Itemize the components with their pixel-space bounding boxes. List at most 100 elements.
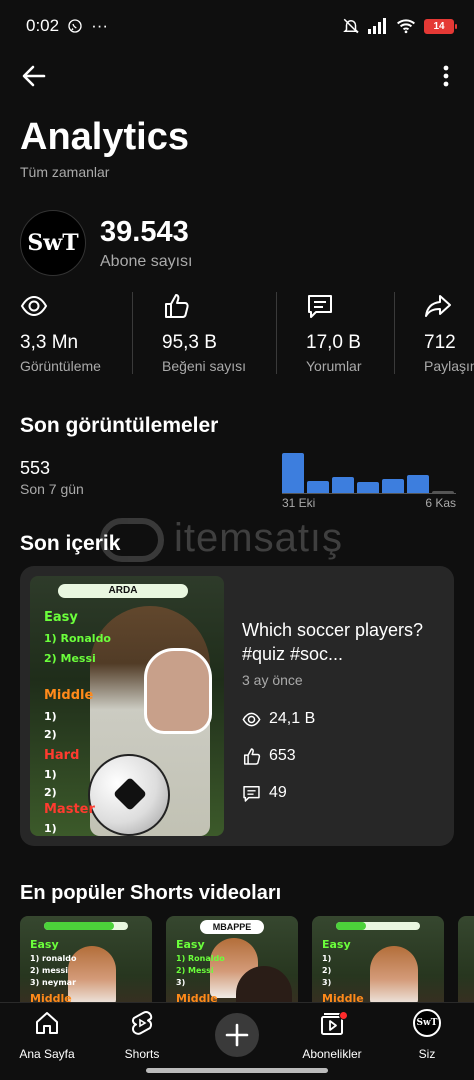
stats-row: 3,3 Mn Görüntüleme 95,3 B Beğeni sayısı … xyxy=(0,292,474,376)
mute-icon xyxy=(343,18,359,34)
short-line: 2) Messi xyxy=(176,966,214,975)
avatar-text: SwT xyxy=(416,1018,438,1028)
short-progress-bar xyxy=(44,922,128,930)
thumbnail-tag: ARDA xyxy=(58,584,188,598)
short-line: 3) neymar xyxy=(30,978,77,987)
short-thumbnail[interactable]: Easy 1) ronaldo 2) messi 3) neymar Middl… xyxy=(20,916,152,1004)
battery-icon: 14 xyxy=(424,18,457,34)
video-likes: 653 xyxy=(242,745,296,767)
stat-shares[interactable]: 712 Paylaşım xyxy=(424,292,474,376)
stat-divider xyxy=(276,292,277,374)
watermark-text: itemsatış xyxy=(174,516,344,560)
stat-label: Görüntüleme xyxy=(20,358,101,374)
battery-level: 14 xyxy=(433,20,445,32)
nav-shorts[interactable]: Shorts xyxy=(97,1009,187,1065)
nav-label: Abonelikler xyxy=(302,1047,362,1061)
nav-home[interactable]: Ana Sayfa xyxy=(2,1009,92,1065)
short-line: 3) xyxy=(176,978,186,987)
subscriber-count: 39.543 xyxy=(100,216,189,248)
chart-bars xyxy=(282,452,456,494)
short-line: 1) xyxy=(322,954,332,963)
chart-bar xyxy=(407,475,429,493)
top-shorts-title: En popüler Shorts videoları xyxy=(20,882,282,904)
stat-label: Paylaşım xyxy=(424,358,474,374)
nav-you[interactable]: SwT Siz xyxy=(382,1009,472,1065)
chart-tick-start: 31 Eki xyxy=(282,496,316,510)
chart-bar xyxy=(282,453,304,493)
short-line: 3) xyxy=(322,978,332,987)
recent-views-period: Son 7 gün xyxy=(20,481,84,497)
thumb-line: 2) Messi xyxy=(44,652,96,665)
nav-subscriptions[interactable]: Abonelikler xyxy=(287,1009,377,1065)
thumb-line: 1) Ronaldo xyxy=(44,632,111,645)
chart-bar xyxy=(332,477,354,493)
channel-avatar-text: SwT xyxy=(27,230,79,256)
nav-label: Siz xyxy=(418,1047,436,1061)
notification-dot xyxy=(339,1011,348,1020)
recent-views-count: 553 xyxy=(20,458,51,478)
short-thumbnail[interactable] xyxy=(458,916,474,1004)
stat-value: 712 xyxy=(424,332,456,353)
stat-label: Yorumlar xyxy=(306,358,362,374)
chart-bar xyxy=(307,481,329,493)
thumb-line: 2) xyxy=(44,728,57,741)
chart-tick-end: 6 Kas xyxy=(425,496,456,510)
video-comments-value: 49 xyxy=(269,784,287,801)
thumbs-up-icon xyxy=(243,747,261,765)
subscriber-label: Abone sayısı xyxy=(100,253,193,270)
short-tag: MBAPPE xyxy=(200,920,264,934)
chart-bar xyxy=(432,491,454,493)
stat-divider xyxy=(394,292,395,374)
short-line: Easy xyxy=(176,938,205,951)
video-thumbnail[interactable]: ARDA Easy 1) Ronaldo 2) Messi Middle 1) … xyxy=(30,576,224,836)
more-vert-icon[interactable] xyxy=(436,60,456,92)
video-title[interactable]: Which soccer players? #quiz #soc... xyxy=(242,618,438,666)
video-age: 3 ay önce xyxy=(242,672,303,688)
page-title: Analytics xyxy=(20,116,189,158)
top-shorts-row: Easy 1) ronaldo 2) messi 3) neymar Middl… xyxy=(20,916,474,1004)
home-icon xyxy=(36,1012,58,1034)
video-views-value: 24,1 B xyxy=(269,710,316,727)
app-bar xyxy=(0,52,474,98)
short-line: 2) xyxy=(322,966,332,975)
thumbnail-face xyxy=(144,648,212,734)
channel-avatar: SwT xyxy=(20,210,86,276)
thumb-line: 1) xyxy=(44,768,57,781)
stat-divider xyxy=(132,292,133,374)
short-line: Easy xyxy=(30,938,59,951)
recent-views-chart[interactable]: 31 Eki 6 Kas xyxy=(282,452,456,512)
date-range[interactable]: Tüm zamanlar xyxy=(20,164,109,180)
eye-icon xyxy=(242,712,261,726)
back-arrow-icon[interactable] xyxy=(18,60,50,92)
status-time: 0:02 xyxy=(26,16,60,35)
thumb-line: 1) xyxy=(44,822,57,835)
signal-icon xyxy=(368,18,386,34)
soccer-ball-icon xyxy=(88,754,170,836)
video-comments: 49 xyxy=(242,782,287,804)
stat-label: Beğeni sayısı xyxy=(162,358,247,374)
thumbs-up-icon xyxy=(165,294,189,318)
recent-views-title: Son görüntülemeler xyxy=(20,414,219,437)
create-button[interactable] xyxy=(215,1013,259,1057)
status-bar: 0:02 ··· 14 xyxy=(0,0,474,52)
chart-bar xyxy=(382,479,404,493)
plus-icon xyxy=(225,1023,249,1047)
short-line: 1) ronaldo xyxy=(30,954,77,963)
short-line: 1) Ronaldo xyxy=(176,954,225,963)
video-views: 24,1 B xyxy=(242,708,315,730)
thumb-line: Hard xyxy=(44,748,80,763)
shorts-icon xyxy=(131,1011,153,1035)
recent-content-card[interactable]: ARDA Easy 1) Ronaldo 2) Messi Middle 1) … xyxy=(20,566,454,846)
short-progress-bar xyxy=(336,922,420,930)
share-icon xyxy=(425,295,451,317)
thumb-line: Master xyxy=(44,802,95,817)
nav-label: Shorts xyxy=(124,1047,160,1061)
status-overflow: ··· xyxy=(91,16,109,35)
short-thumbnail[interactable]: Easy 1) 2) 3) Middle xyxy=(312,916,444,1004)
watermark: itemsatış xyxy=(98,516,378,564)
short-person xyxy=(370,946,418,1004)
avatar-icon: SwT xyxy=(413,1009,441,1037)
short-thumbnail[interactable]: MBAPPE Easy 1) Ronaldo 2) Messi 3) Middl… xyxy=(166,916,298,1004)
thumb-line: Middle xyxy=(44,688,94,703)
home-indicator xyxy=(146,1068,328,1073)
